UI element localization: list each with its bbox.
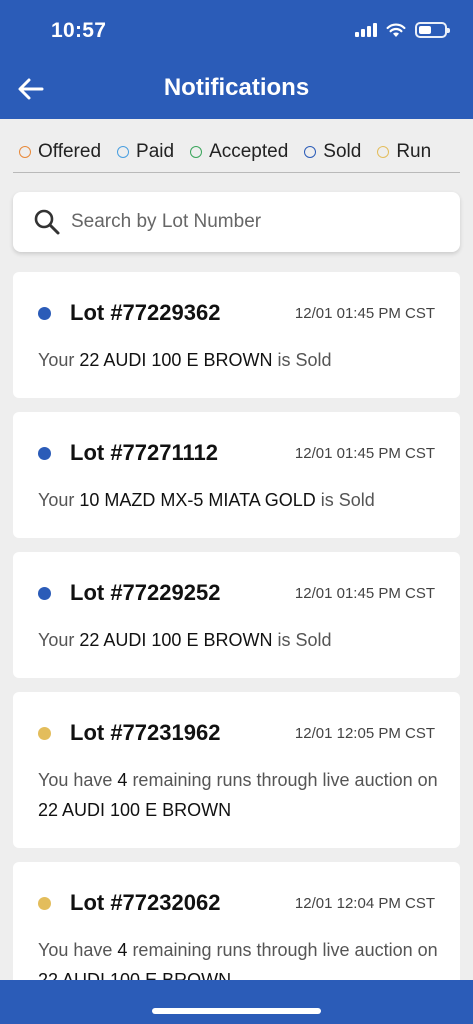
sold-ring-icon xyxy=(304,146,317,158)
home-indicator[interactable] xyxy=(152,1008,321,1014)
filter-label: Run xyxy=(396,141,432,162)
status-bar: 10:57 xyxy=(0,0,473,60)
filter-divider xyxy=(13,172,460,173)
page-title: Notifications xyxy=(163,74,310,101)
wifi-icon xyxy=(386,23,406,37)
notification-time: 12/01 12:05 PM CST xyxy=(294,725,435,742)
lot-number: Lot #77231962 xyxy=(70,720,221,745)
vehicle-name: 22 AUDI 100 E BROWN xyxy=(79,350,273,370)
app-header: 10:57 Notifications xyxy=(0,0,473,119)
filter-paid[interactable]: Paid xyxy=(117,141,174,163)
notification-card[interactable]: Lot #77232062 12/01 12:04 PM CST You hav… xyxy=(13,862,460,980)
lot-number: Lot #77232062 xyxy=(70,890,221,915)
filter-accepted[interactable]: Accepted xyxy=(190,141,288,163)
notification-card[interactable]: Lot #77229362 12/01 01:45 PM CST Your 22… xyxy=(13,272,460,398)
search-icon xyxy=(34,209,60,235)
runs-count: 4 xyxy=(117,770,128,790)
filter-label: Accepted xyxy=(209,141,289,162)
notification-message: Your 22 AUDI 100 E BROWN is Sold xyxy=(38,350,332,370)
notification-card[interactable]: Lot #77231962 12/01 12:05 PM CST You hav… xyxy=(13,692,460,848)
status-filter-legend: Offered Paid Accepted Sold Run xyxy=(19,141,447,163)
vehicle-name: 22 AUDI 100 E BROWN xyxy=(79,630,273,650)
sold-status-dot xyxy=(38,587,51,600)
notification-message: You have 4 remaining runs through live a… xyxy=(38,935,438,980)
notification-card[interactable]: Lot #77229252 12/01 01:45 PM CST Your 22… xyxy=(13,552,460,678)
notification-list[interactable]: Lot #77229362 12/01 01:45 PM CST Your 22… xyxy=(13,272,460,980)
sold-status-dot xyxy=(38,307,51,320)
run-status-dot xyxy=(38,727,51,740)
notification-message: Your 22 AUDI 100 E BROWN is Sold xyxy=(38,630,332,650)
status-time: 10:57 xyxy=(51,19,107,42)
bottom-bar xyxy=(0,980,473,1024)
lot-number: Lot #77229362 xyxy=(70,300,221,325)
filter-offered[interactable]: Offered xyxy=(19,141,101,163)
search-input[interactable] xyxy=(71,211,431,233)
filter-label: Sold xyxy=(323,141,362,162)
battery-icon xyxy=(415,22,450,38)
accepted-ring-icon xyxy=(190,146,203,158)
filter-label: Paid xyxy=(136,141,175,162)
vehicle-name: 22 AUDI 100 E BROWN xyxy=(38,800,232,820)
search-bar[interactable] xyxy=(13,192,460,252)
cellular-signal-icon xyxy=(355,23,377,37)
notification-message: You have 4 remaining runs through live a… xyxy=(38,770,438,820)
notification-time: 12/01 01:45 PM CST xyxy=(294,585,435,602)
lot-number: Lot #77271112 xyxy=(70,440,219,465)
notification-card[interactable]: Lot #77271112 12/01 01:45 PM CST Your 10… xyxy=(13,412,460,538)
notification-time: 12/01 12:04 PM CST xyxy=(294,895,435,912)
notification-message: Your 10 MAZD MX-5 MIATA GOLD is Sold xyxy=(38,490,375,510)
runs-count: 4 xyxy=(117,940,128,960)
filter-run[interactable]: Run xyxy=(377,141,431,163)
run-status-dot xyxy=(38,897,51,910)
notification-time: 12/01 01:45 PM CST xyxy=(294,445,435,462)
offered-ring-icon xyxy=(19,146,31,158)
vehicle-name: 22 AUDI 100 E BROWN xyxy=(38,970,232,980)
paid-ring-icon xyxy=(117,146,130,158)
filter-sold[interactable]: Sold xyxy=(304,141,361,163)
filter-label: Offered xyxy=(38,141,102,162)
lot-number: Lot #77229252 xyxy=(70,580,221,605)
sold-status-dot xyxy=(38,447,51,460)
notification-time: 12/01 01:45 PM CST xyxy=(294,305,435,322)
vehicle-name: 10 MAZD MX-5 MIATA GOLD xyxy=(79,490,316,510)
run-ring-icon xyxy=(377,146,390,158)
status-icons xyxy=(355,22,450,38)
